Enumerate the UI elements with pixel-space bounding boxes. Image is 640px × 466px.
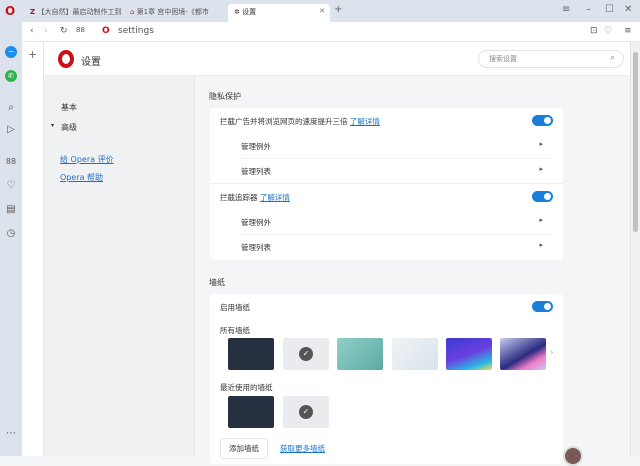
nav-basic[interactable]: 基本	[61, 102, 77, 113]
forward-button[interactable]: ›	[44, 26, 48, 36]
wallpaper-thumb[interactable]	[392, 338, 438, 370]
enable-wallpaper-label: 启用墙纸	[220, 303, 250, 312]
privacy-section-title: 隐私保护	[209, 92, 241, 101]
get-more-wallpapers-link[interactable]: 获取更多墙纸	[280, 443, 325, 454]
site-icon: Z	[30, 8, 38, 16]
add-icon[interactable]: +	[28, 48, 37, 61]
gear-icon: ✲	[234, 8, 243, 16]
sidebar-add-panel: +	[22, 42, 44, 456]
speed-dial-icon[interactable]: 88	[76, 26, 85, 34]
minimize-button[interactable]: –	[586, 4, 591, 15]
settings-header: 设置 搜索设置 ⌕	[44, 42, 630, 76]
wallpaper-thumb-selected[interactable]: ✓	[283, 338, 329, 370]
manage-lists-row[interactable]: 管理列表 ▸	[210, 158, 563, 183]
tab-menu-icon[interactable]: ≡	[562, 4, 570, 15]
sidebar: ~ ✆ ⌕ ▷ 88 ♡ ▤ ◷ ⋯	[0, 22, 22, 456]
chevron-right-icon: ▸	[539, 241, 543, 249]
wallpaper-toggle[interactable]	[532, 301, 553, 312]
tab-2[interactable]: ⌂ 第1章 宫中困境-《都市	[124, 4, 226, 22]
settings-nav: 基本 ▾ 高级 给 Opera 评价 Opera 帮助	[44, 76, 195, 456]
more-icon[interactable]: ⋯	[5, 428, 17, 440]
adblock-label: 拦截广告并将浏览网页的速度提升三倍	[220, 117, 348, 126]
wallpaper-thumb[interactable]	[228, 338, 274, 370]
site-icon: ⌂	[130, 8, 137, 16]
wallpaper-card: 启用墙纸 所有墙纸 ✓ › 最近使用的墙纸 ✓ 添加墙纸 获取更多墙纸	[210, 294, 563, 464]
wallpaper-thumb[interactable]	[500, 338, 546, 370]
tab-label: 【大自然】最启动制作工到	[37, 8, 122, 16]
news-icon[interactable]: ▤	[5, 204, 17, 216]
enable-wallpaper-row: 启用墙纸	[210, 294, 563, 319]
wallpaper-thumb[interactable]	[337, 338, 383, 370]
wallpaper-thumb[interactable]	[446, 338, 492, 370]
tab-label: 第1章 宫中困境-《都市	[136, 8, 209, 16]
chevron-right-icon: ▸	[539, 165, 543, 173]
tab-1[interactable]: Z 【大自然】最启动制作工到	[24, 4, 122, 22]
menu-icon[interactable]: ≡	[624, 26, 632, 36]
heart-icon[interactable]: ♡	[5, 180, 17, 192]
row-label: 管理列表	[241, 167, 271, 176]
check-icon: ✓	[299, 405, 313, 419]
whatsapp-icon[interactable]: ✆	[5, 70, 17, 82]
scrollbar[interactable]	[630, 42, 640, 456]
opera-icon: O	[102, 26, 110, 36]
adblock-learn-more[interactable]: 了解详情	[350, 117, 380, 126]
tracker-row: 拦截追踪器 了解详情	[210, 184, 563, 209]
maximize-button[interactable]: ☐	[605, 4, 614, 15]
rate-opera-link[interactable]: 给 Opera 评价	[60, 154, 114, 165]
title-bar: O Z 【大自然】最启动制作工到 ⌂ 第1章 宫中困境-《都市 ✲ 设置 ✕ + …	[0, 0, 640, 22]
url-input[interactable]: settings	[118, 26, 154, 36]
speed-dial-icon[interactable]: 88	[5, 156, 17, 168]
scrollbar-thumb[interactable]	[633, 52, 638, 232]
manage-exceptions-row[interactable]: 管理例外 ▸	[210, 209, 563, 234]
privacy-card: 拦截广告并将浏览网页的速度提升三倍 了解详情 管理例外 ▸ 管理列表 ▸ 拦截追踪器…	[210, 108, 563, 260]
send-icon[interactable]: ▷	[5, 124, 17, 136]
tracker-toggle[interactable]	[532, 191, 553, 202]
manage-exceptions-row[interactable]: 管理例外 ▸	[210, 133, 563, 158]
tab-label: 设置	[242, 8, 257, 16]
recent-wallpapers-label: 最近使用的墙纸	[220, 383, 273, 392]
tracker-label: 拦截追踪器	[220, 193, 258, 202]
all-wallpapers-label: 所有墙纸	[220, 326, 250, 335]
row-label: 管理列表	[241, 243, 271, 252]
opera-help-link[interactable]: Opera 帮助	[60, 172, 103, 183]
manage-lists-row[interactable]: 管理列表 ▸	[210, 234, 563, 259]
search-input[interactable]: 搜索设置 ⌕	[478, 50, 624, 68]
opera-menu-icon[interactable]: O	[5, 4, 15, 18]
search-icon[interactable]: ⌕	[610, 53, 615, 63]
nav-advanced[interactable]: 高级	[61, 122, 77, 133]
avatar[interactable]	[563, 446, 583, 466]
search-placeholder: 搜索设置	[489, 55, 517, 63]
wallpaper-thumb[interactable]	[228, 396, 274, 428]
reload-button[interactable]: ↻	[60, 26, 68, 36]
adblock-row: 拦截广告并将浏览网页的速度提升三倍 了解详情	[210, 108, 563, 133]
heart-icon[interactable]: ♡	[604, 26, 612, 36]
close-button[interactable]: ✕	[624, 4, 632, 15]
address-bar: ‹ › ↻ 88 O settings ⊡ ♡ ≡	[22, 22, 640, 42]
caret-down-icon: ▾	[51, 122, 55, 129]
page-title: 设置	[81, 57, 101, 68]
tab-settings[interactable]: ✲ 设置 ✕	[228, 4, 330, 22]
history-icon[interactable]: ◷	[5, 228, 17, 240]
wallpaper-section-title: 墙纸	[209, 278, 225, 287]
chevron-right-icon[interactable]: ›	[550, 348, 554, 358]
wallpaper-thumb-selected[interactable]: ✓	[283, 396, 329, 428]
close-tab-icon[interactable]: ✕	[319, 7, 325, 15]
search-icon[interactable]: ⌕	[5, 102, 17, 114]
new-tab-button[interactable]: +	[334, 4, 342, 15]
tracker-learn-more[interactable]: 了解详情	[260, 193, 290, 202]
chevron-right-icon: ▸	[539, 216, 543, 224]
row-label: 管理例外	[241, 218, 271, 227]
back-button[interactable]: ‹	[30, 26, 34, 36]
row-label: 管理例外	[241, 142, 271, 151]
adblock-toggle[interactable]	[532, 115, 553, 126]
messenger-icon[interactable]: ~	[5, 46, 17, 58]
snapshot-icon[interactable]: ⊡	[590, 26, 598, 36]
check-icon: ✓	[299, 347, 313, 361]
opera-logo	[58, 50, 74, 68]
chevron-right-icon: ▸	[539, 140, 543, 148]
